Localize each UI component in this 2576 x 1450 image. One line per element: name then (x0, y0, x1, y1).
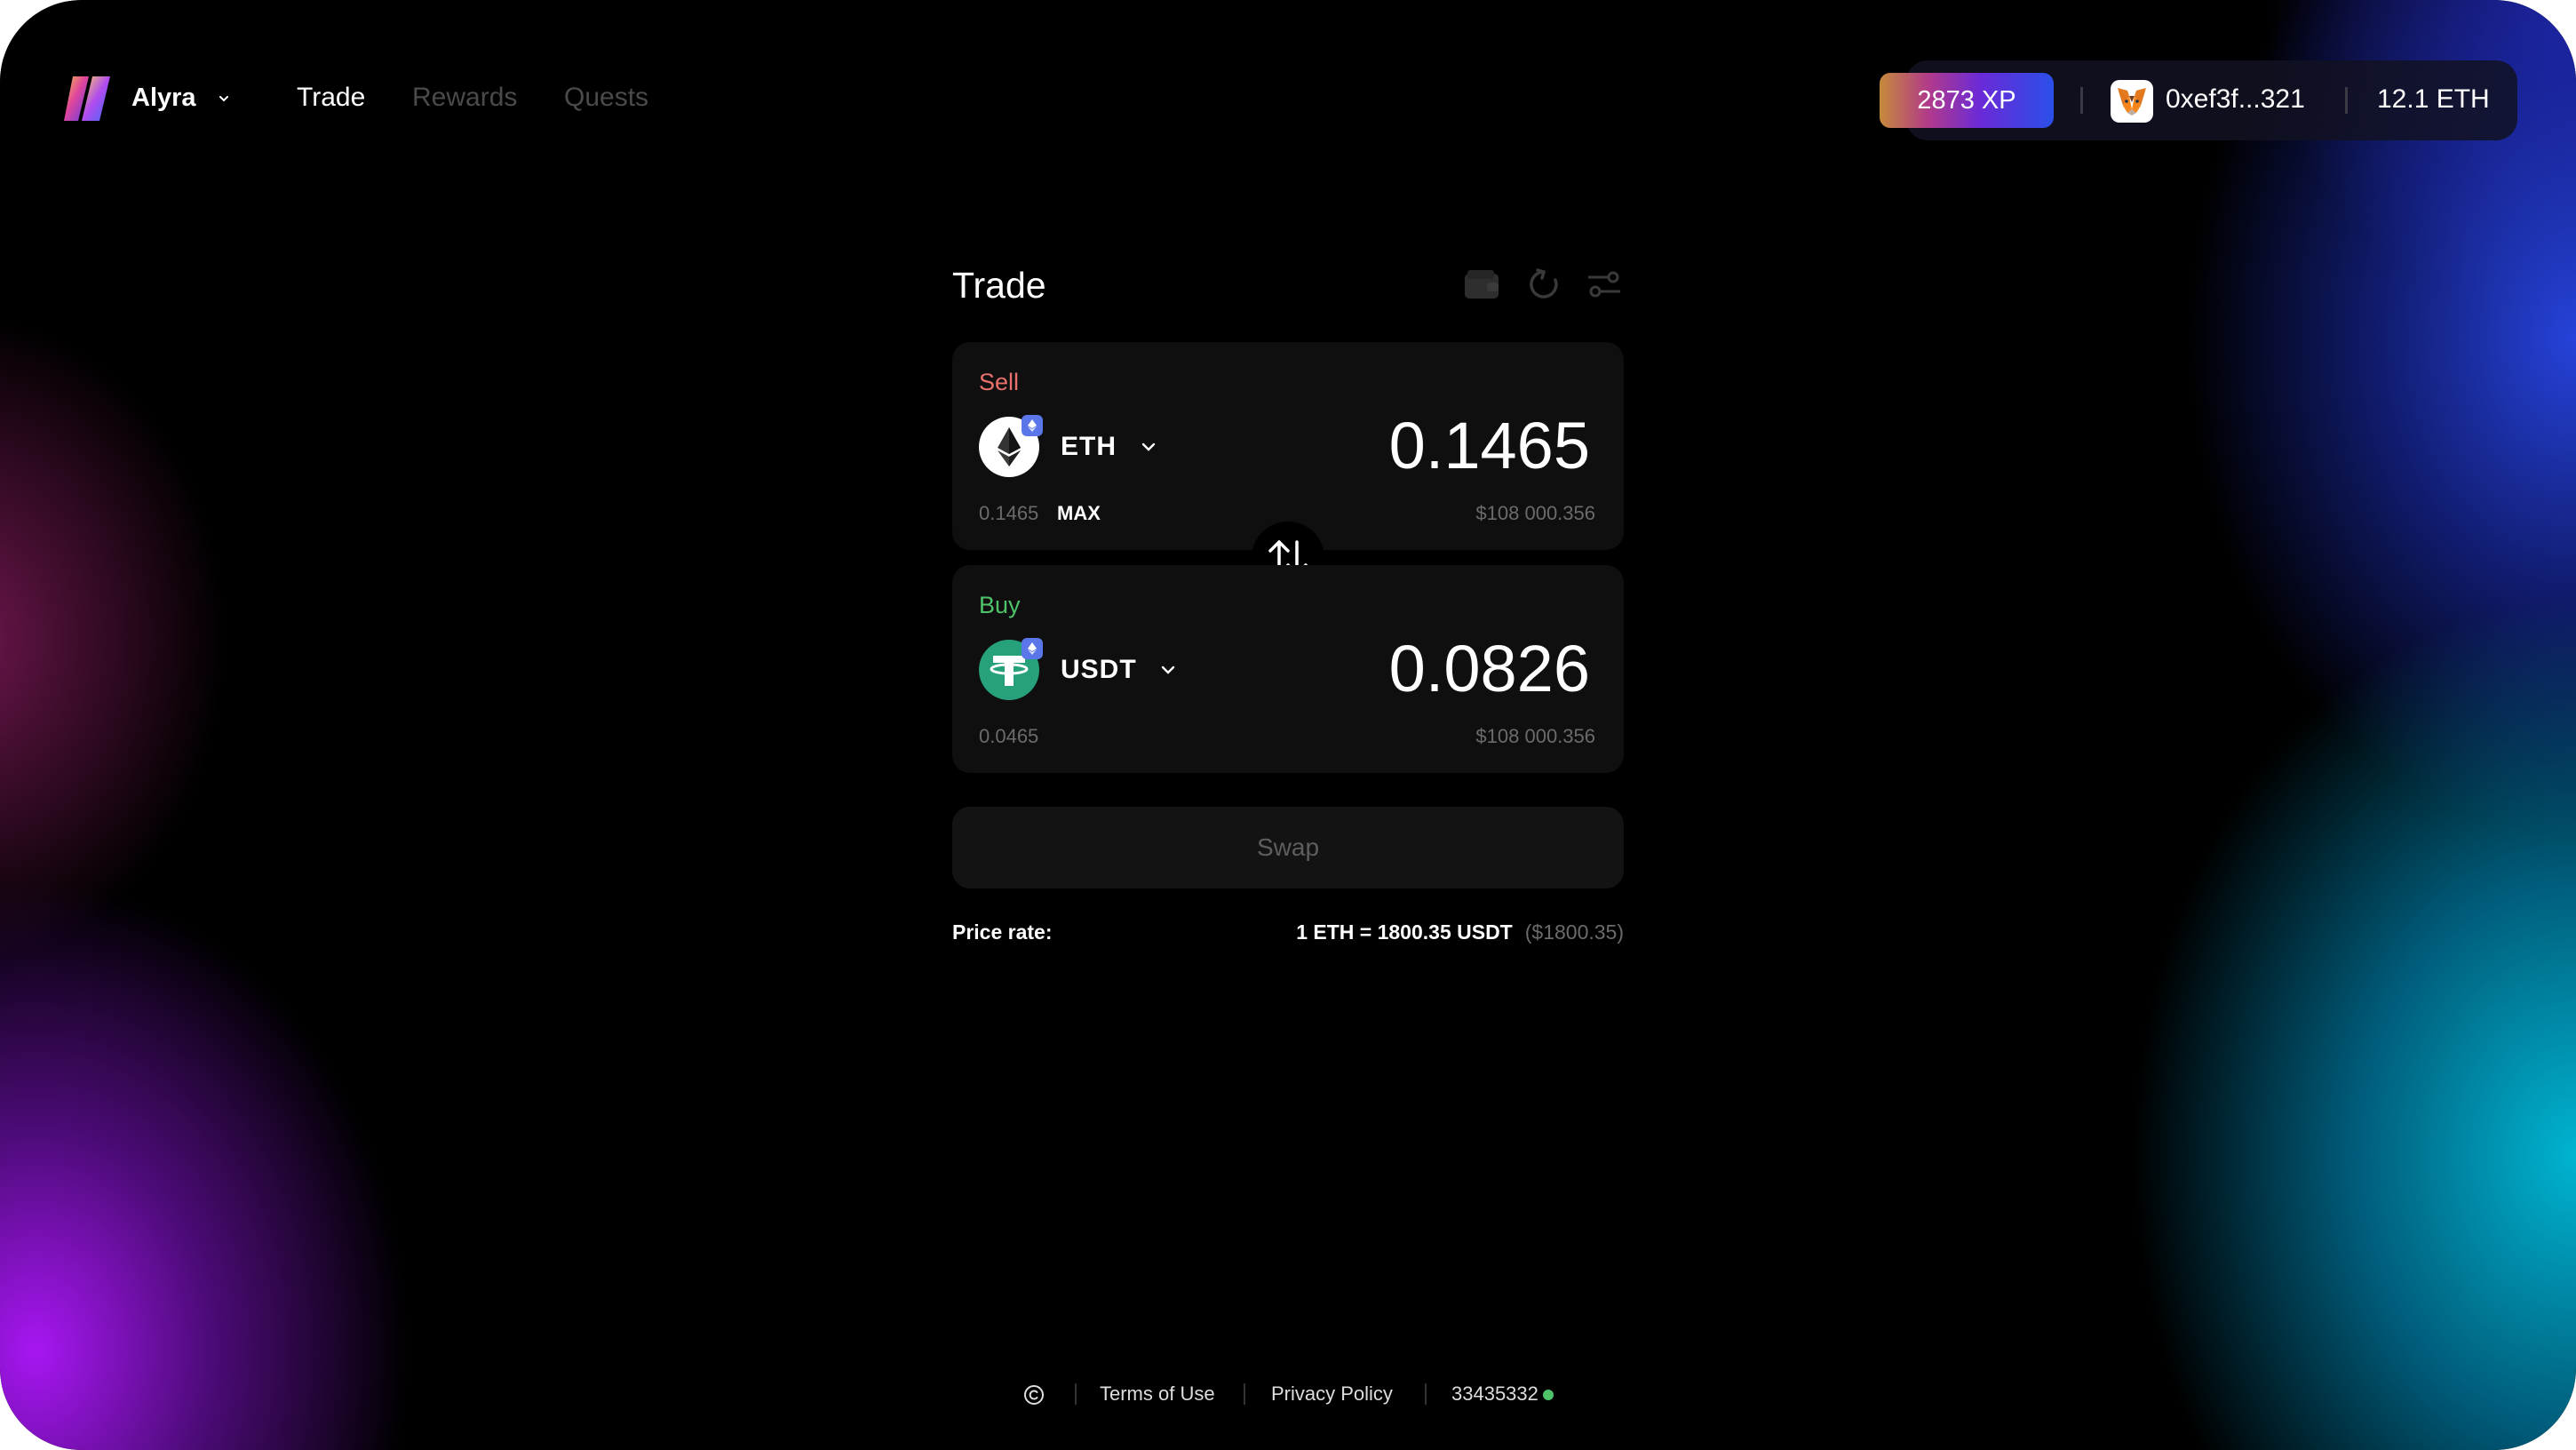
max-button[interactable]: MAX (1057, 502, 1101, 525)
ethereum-chain-badge-icon (1022, 638, 1043, 659)
block-number: 33435332 (1451, 1382, 1538, 1405)
price-rate-usd: ($1800.35) (1524, 920, 1624, 944)
sell-label: Sell (979, 369, 1020, 395)
ethereum-chain-badge-icon (1022, 415, 1043, 436)
buy-token-selector[interactable]: USDT (1061, 655, 1137, 685)
trade-title: Trade (952, 265, 1046, 306)
chevron-down-icon[interactable] (1158, 663, 1178, 677)
divider (2345, 87, 2348, 114)
footer-divider (1244, 1383, 1245, 1405)
wallet-balance: 12.1 ETH (2377, 84, 2490, 114)
app-window: Alyra Trade Rewards Quests 2873 XP 0xef3… (0, 0, 2576, 1450)
price-rate-value: 1 ETH = 1800.35 USDT ($1800.35) (1296, 920, 1624, 944)
buy-amount-input[interactable]: 0.0826 (1389, 631, 1590, 706)
refresh-icon[interactable] (1526, 267, 1562, 302)
nav-quests[interactable]: Quests (564, 83, 648, 113)
footer-divider (1075, 1383, 1077, 1405)
sell-amount-input[interactable]: 0.1465 (1389, 408, 1590, 483)
sell-panel: Sell ETH 0.1465 0.1465 MAX $108 000.356 (952, 342, 1624, 550)
divider (2080, 87, 2083, 114)
sell-usd-value: $108 000.356 (1475, 502, 1595, 524)
wallet-address[interactable]: 0xef3f...321 (2166, 84, 2305, 115)
wallet-icon[interactable] (1464, 267, 1499, 302)
terms-of-use-link[interactable]: Terms of Use (1100, 1382, 1215, 1406)
alyra-logo-icon[interactable] (62, 73, 114, 124)
nav-trade[interactable]: Trade (297, 83, 365, 113)
nav-rewards[interactable]: Rewards (412, 83, 517, 113)
xp-badge[interactable]: 2873 XP (1880, 73, 2054, 128)
brand-name[interactable]: Alyra (131, 84, 196, 113)
buy-label: Buy (979, 592, 1021, 618)
swap-button[interactable]: Swap (952, 807, 1624, 888)
settings-sliders-icon[interactable] (1586, 267, 1622, 302)
sell-token-selector[interactable]: ETH (1061, 432, 1117, 462)
buy-panel: Buy USDT 0.0826 0.0465 $108 000.356 (952, 565, 1624, 773)
privacy-policy-link[interactable]: Privacy Policy (1271, 1382, 1393, 1406)
price-rate-text: 1 ETH = 1800.35 USDT (1296, 920, 1513, 944)
buy-token-balance: 0.0465 (979, 725, 1039, 747)
chevron-down-icon[interactable] (217, 92, 231, 106)
metamask-fox-icon[interactable] (2111, 80, 2153, 123)
price-rate-label: Price rate: (952, 920, 1053, 944)
buy-usd-value: $108 000.356 (1475, 725, 1595, 747)
footer-divider (1425, 1383, 1427, 1405)
chevron-down-icon[interactable] (1139, 440, 1158, 454)
copyright-icon (1024, 1385, 1044, 1405)
sell-token-balance: 0.1465 (979, 502, 1039, 524)
network-status-dot (1543, 1390, 1554, 1400)
